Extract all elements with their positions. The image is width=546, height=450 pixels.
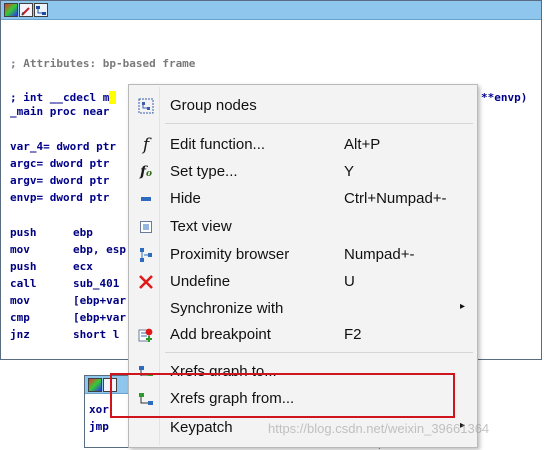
menu-item-add-breakpoint[interactable]: Add breakpoint F2 <box>130 321 476 348</box>
menu-item-shortcut: U <box>344 273 355 290</box>
group-nodes-icon <box>137 97 155 115</box>
menu-item-proximity-browser[interactable]: Proximity browser Numpad+- <box>130 241 476 268</box>
instruction-line[interactable]: xor <box>89 403 109 416</box>
menu-item-edit-function[interactable]: f Edit function... Alt+P <box>130 131 476 158</box>
node-color-icon[interactable] <box>88 378 102 392</box>
menu-item-shortcut: Alt+P <box>344 136 381 153</box>
menu-item-group-nodes[interactable]: Group nodes <box>130 92 476 119</box>
function-signature: ; int __cdecl m​ <box>10 91 116 104</box>
instruction-line[interactable]: cmp [ebp+var <box>10 311 126 324</box>
menu-item-label: Edit function... <box>170 136 266 153</box>
var-line: argv= dword ptr <box>10 174 110 187</box>
menu-item-text-view[interactable]: Text view <box>130 213 476 240</box>
menu-item-synchronize-with[interactable]: Synchronize with ▸ <box>130 295 476 322</box>
function-icon: f <box>142 135 150 155</box>
instruction-line[interactable]: mov ebp, esp <box>10 243 126 256</box>
menu-item-hide[interactable]: Hide Ctrl+Numpad+- <box>130 185 476 212</box>
hide-icon <box>137 190 155 208</box>
menu-item-shortcut: Ctrl+Numpad+- <box>344 190 447 207</box>
menu-item-label: Text view <box>170 218 232 235</box>
text-view-icon <box>137 218 155 236</box>
instruction-line[interactable]: push ecx <box>10 260 93 273</box>
menu-item-label: Undefine <box>170 273 231 290</box>
breakpoint-icon <box>137 326 155 344</box>
menu-item-set-type[interactable]: fo Set type... Y <box>130 158 476 185</box>
menu-item-label: Group nodes <box>170 97 257 114</box>
signature-tail: **envp) <box>481 91 528 104</box>
instruction-line[interactable]: jmp <box>89 420 109 433</box>
menu-item-shortcut: Numpad+- <box>344 246 415 263</box>
menu-separator <box>165 352 473 353</box>
rename-icon[interactable] <box>19 3 33 17</box>
var-line: var_4= dword ptr <box>10 140 116 153</box>
signature-text: ; int __cdecl m <box>10 91 110 104</box>
menu-item-shortcut: F2 <box>344 326 362 343</box>
instruction-line[interactable]: push ebp <box>10 226 93 239</box>
menu-item-shortcut: Y <box>344 163 355 180</box>
proximity-icon <box>137 246 155 264</box>
instruction-line[interactable]: jnz short l <box>10 328 119 341</box>
signature-highlight: ​ <box>109 91 116 104</box>
node-color-icon[interactable] <box>4 3 18 17</box>
node-title-bar[interactable] <box>1 1 541 20</box>
graph-layout-icon[interactable] <box>34 3 48 17</box>
instruction-line[interactable]: call sub_401 <box>10 277 119 290</box>
menu-item-label: Add breakpoint <box>170 326 271 343</box>
menu-item-label: Hide <box>170 190 201 207</box>
undefine-icon <box>137 273 155 291</box>
var-line: envp= dword ptr <box>10 191 110 204</box>
submenu-arrow-icon: ▸ <box>460 301 466 312</box>
set-type-icon: fo <box>139 164 153 180</box>
menu-item-label: Synchronize with <box>170 300 284 317</box>
menu-item-label: Set type... <box>170 163 238 180</box>
menu-item-label: Keypatch <box>170 419 233 436</box>
instruction-line[interactable]: mov [ebp+var <box>10 294 126 307</box>
menu-item-label: Proximity browser <box>170 246 290 263</box>
watermark: https://blog.csdn.net/weixin_39661364 <box>268 421 490 436</box>
annotation-highlight <box>110 373 455 418</box>
menu-separator <box>165 123 473 124</box>
menu-item-undefine[interactable]: Undefine U <box>130 268 476 295</box>
var-line: argc= dword ptr <box>10 157 110 170</box>
attributes-comment: ; Attributes: bp-based frame <box>10 57 196 70</box>
proc-declaration: _main proc near <box>10 105 110 118</box>
